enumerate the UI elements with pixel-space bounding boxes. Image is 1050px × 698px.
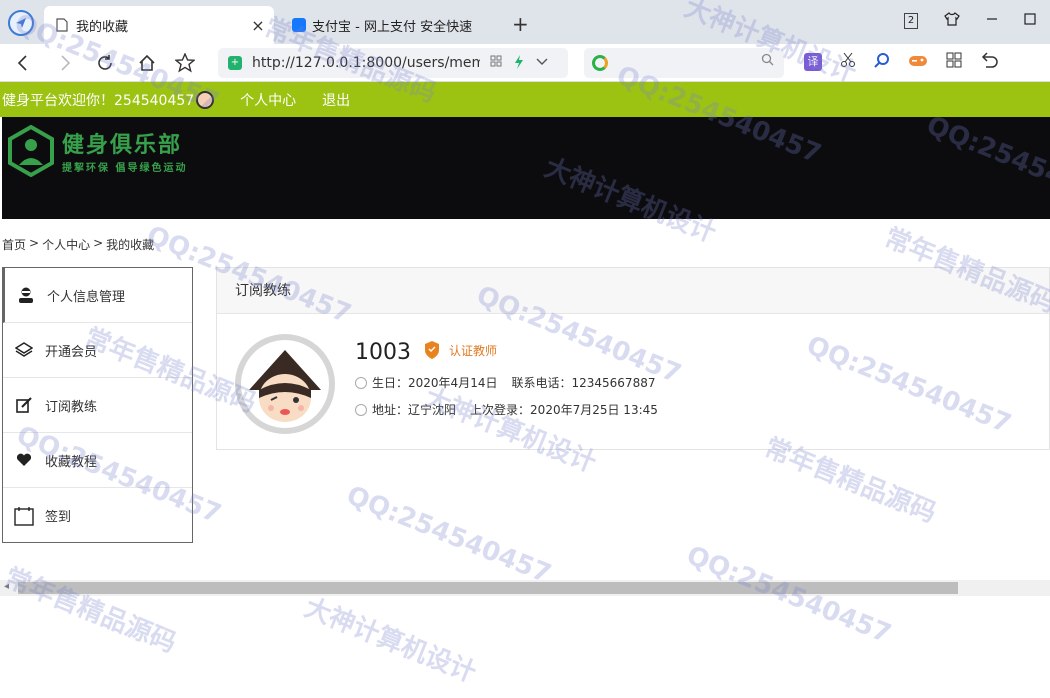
- address-url[interactable]: http://127.0.0.1:8000/users/memb: [252, 55, 480, 71]
- breadcrumb: 首页 > 个人中心 > 我的收藏: [2, 236, 154, 253]
- phone-value: 12345667887: [571, 375, 656, 390]
- coach-name: 1003: [355, 340, 411, 365]
- bookmark-star-icon[interactable]: [172, 50, 198, 76]
- search-icon[interactable]: [761, 53, 774, 70]
- logo-slogan: 提挈环保 倡导绿色运动: [62, 163, 188, 174]
- sidebar-item-label: 签到: [45, 510, 72, 525]
- site-banner: 健身俱乐部 提挈环保 倡导绿色运动: [2, 117, 1050, 219]
- clock-icon: [355, 403, 367, 416]
- back-icon[interactable]: [10, 50, 36, 76]
- address-bar[interactable]: + http://127.0.0.1:8000/users/memb: [218, 48, 568, 78]
- address-label: 地址：: [372, 403, 409, 417]
- refresh-icon[interactable]: [92, 50, 118, 76]
- undo-icon[interactable]: [980, 52, 998, 72]
- browser-logo-icon[interactable]: [8, 10, 34, 36]
- breadcrumb-personal-center[interactable]: 个人中心: [42, 236, 90, 253]
- coach-birthday-phone: 生日： 2020年4月14日 联系电话： 12345667887: [355, 374, 655, 391]
- tab-title: 我的收藏: [76, 19, 129, 35]
- avatar[interactable]: [196, 90, 215, 109]
- edit-icon: [13, 394, 35, 416]
- sidebar-item-subscribed-coach[interactable]: 订阅教练: [3, 378, 192, 433]
- browser-tab-bar: 我的收藏 × 支付宝 - 网上支付 安全快速 + 2: [0, 0, 1050, 44]
- watermark: 大神计算机设计: [300, 592, 481, 689]
- secure-shield-icon: +: [228, 56, 242, 70]
- translate-icon[interactable]: 译: [804, 53, 822, 71]
- lightning-icon[interactable]: [514, 54, 524, 72]
- birthday-value: 2020年4月14日: [408, 376, 498, 390]
- address-actions: [490, 54, 548, 72]
- last-login-label: 上次登录：: [470, 403, 531, 417]
- chevron-down-icon[interactable]: [536, 55, 548, 72]
- minimize-icon[interactable]: [986, 13, 998, 29]
- scissors-icon[interactable]: [840, 52, 856, 72]
- sidebar: 个人信息管理 开通会员 订阅教练 收藏教程 签到: [2, 267, 193, 543]
- clock-icon: [355, 376, 367, 389]
- club-logo-icon: [8, 125, 54, 177]
- page-icon: [56, 18, 70, 32]
- game-controller-icon[interactable]: [908, 53, 928, 72]
- tab-close-icon[interactable]: ×: [248, 16, 268, 35]
- sidebar-item-label: 开通会员: [45, 344, 98, 360]
- site-top-bar: 健身平台欢迎你！254540457 个人中心 退出: [0, 82, 1050, 117]
- maximize-icon[interactable]: [1024, 13, 1036, 29]
- alipay-icon: [292, 18, 306, 32]
- home-icon[interactable]: [134, 50, 160, 76]
- sidebar-item-label: 收藏教程: [45, 454, 98, 470]
- subscribed-coach-panel: 订阅教练 1003 认证教师 生日： 2020年4月14日 联系电话： 1234…: [216, 267, 1050, 450]
- coach-address-login: 地址： 辽宁沈阳 上次登录： 2020年7月25日 13:45: [355, 401, 658, 418]
- last-login-value: 2020年7月25日 13:45: [530, 403, 658, 417]
- scrollbar-thumb[interactable]: [18, 582, 958, 594]
- coach-avatar[interactable]: [235, 334, 335, 434]
- shield-badge-icon: [425, 341, 439, 359]
- watermark: 常年售精品源码: [0, 562, 181, 659]
- apps-grid-icon[interactable]: [946, 52, 962, 72]
- certified-badge: 认证教师: [423, 340, 497, 360]
- heart-icon: [13, 449, 35, 471]
- tab-count-icon[interactable]: 2: [904, 13, 918, 29]
- sidebar-item-favorite-tutorials[interactable]: 收藏教程: [3, 433, 192, 488]
- user-icon: [15, 284, 37, 306]
- watermark: QQ:254540457: [342, 480, 556, 590]
- welcome-text: 健身平台欢迎你！254540457: [2, 92, 195, 109]
- logo-title: 健身俱乐部: [62, 133, 183, 158]
- breadcrumb-home[interactable]: 首页: [2, 236, 26, 253]
- address-value: 辽宁沈阳: [408, 403, 457, 417]
- panel-title: 订阅教练: [217, 268, 1049, 314]
- window-controls: 2: [904, 12, 1036, 30]
- layers-icon: [13, 339, 35, 361]
- phone-label: 联系电话：: [511, 376, 572, 390]
- qr-code-icon[interactable]: [490, 55, 502, 72]
- calendar-icon: [13, 505, 35, 527]
- forward-icon[interactable]: [52, 50, 78, 76]
- sidebar-item-label: 订阅教练: [45, 399, 98, 415]
- nav-logout[interactable]: 退出: [322, 90, 350, 110]
- sidebar-item-checkin[interactable]: 签到: [3, 488, 192, 543]
- breadcrumb-current: 我的收藏: [106, 238, 155, 252]
- sidebar-item-membership[interactable]: 开通会员: [3, 323, 192, 378]
- nav-personal-center[interactable]: 个人中心: [240, 90, 296, 110]
- horizontal-scrollbar[interactable]: ◂: [0, 580, 1050, 596]
- coach-portrait-icon: [249, 350, 321, 422]
- tab-title: 支付宝 - 网上支付 安全快速: [312, 19, 473, 35]
- tab-alipay[interactable]: 支付宝 - 网上支付 安全快速: [280, 6, 500, 44]
- new-tab-button[interactable]: +: [512, 12, 529, 36]
- breadcrumb-separator: >: [29, 236, 40, 250]
- sidebar-item-label: 个人信息管理: [47, 289, 126, 305]
- skin-icon[interactable]: [944, 12, 960, 30]
- birthday-label: 生日：: [372, 376, 409, 390]
- scroll-left-icon[interactable]: ◂: [4, 581, 9, 592]
- magnifier-icon[interactable]: [874, 52, 890, 72]
- search-engine-icon[interactable]: [592, 55, 608, 71]
- toolbar-icons: 译: [804, 52, 998, 72]
- tab-my-favorites[interactable]: 我的收藏 ×: [44, 6, 274, 44]
- badge-label: 认证教师: [449, 343, 498, 358]
- breadcrumb-separator: >: [93, 236, 104, 250]
- sidebar-item-profile[interactable]: 个人信息管理: [3, 268, 192, 323]
- browser-toolbar: + http://127.0.0.1:8000/users/memb 译: [0, 44, 1050, 82]
- search-input[interactable]: [584, 48, 784, 78]
